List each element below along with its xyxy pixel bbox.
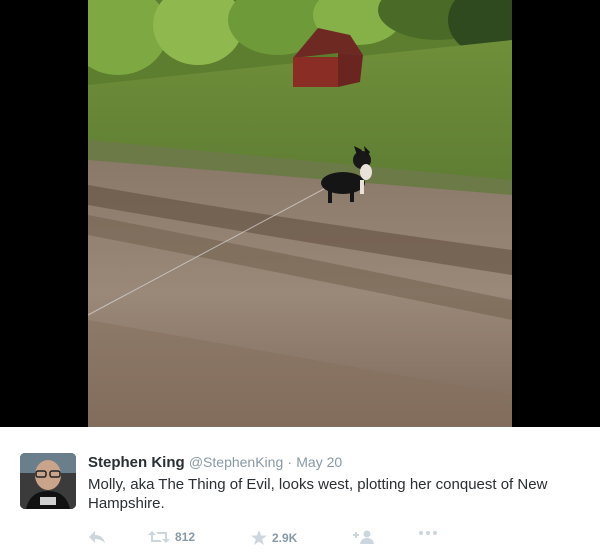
more-icon [418, 530, 438, 536]
follow-button[interactable] [353, 530, 375, 544]
tweet-card: Stephen King @StephenKing · May 20 Molly… [0, 427, 600, 559]
photo-scene [88, 0, 512, 427]
favorite-count: 2.9K [272, 530, 298, 545]
avatar[interactable] [20, 453, 76, 509]
favorite-button[interactable]: 2.9K [251, 530, 297, 545]
tweet-header: Stephen King @StephenKing · May 20 [88, 454, 342, 471]
retweet-button[interactable]: 812 [148, 530, 195, 544]
reply-icon [88, 530, 106, 544]
author-name[interactable]: Stephen King [88, 454, 185, 471]
separator: · [287, 454, 293, 470]
retweet-icon [148, 530, 170, 544]
tweet-photo[interactable] [88, 0, 512, 427]
author-handle[interactable]: @StephenKing [189, 454, 283, 470]
reply-button[interactable] [88, 530, 106, 544]
follow-icon [353, 530, 375, 544]
tweet-text: Molly, aka The Thing of Evil, looks west… [88, 476, 548, 512]
tweet-media [0, 0, 600, 427]
tweet-date[interactable]: May 20 [296, 454, 342, 470]
star-icon [251, 530, 267, 545]
retweet-count: 812 [175, 530, 196, 544]
more-button[interactable] [418, 530, 438, 536]
